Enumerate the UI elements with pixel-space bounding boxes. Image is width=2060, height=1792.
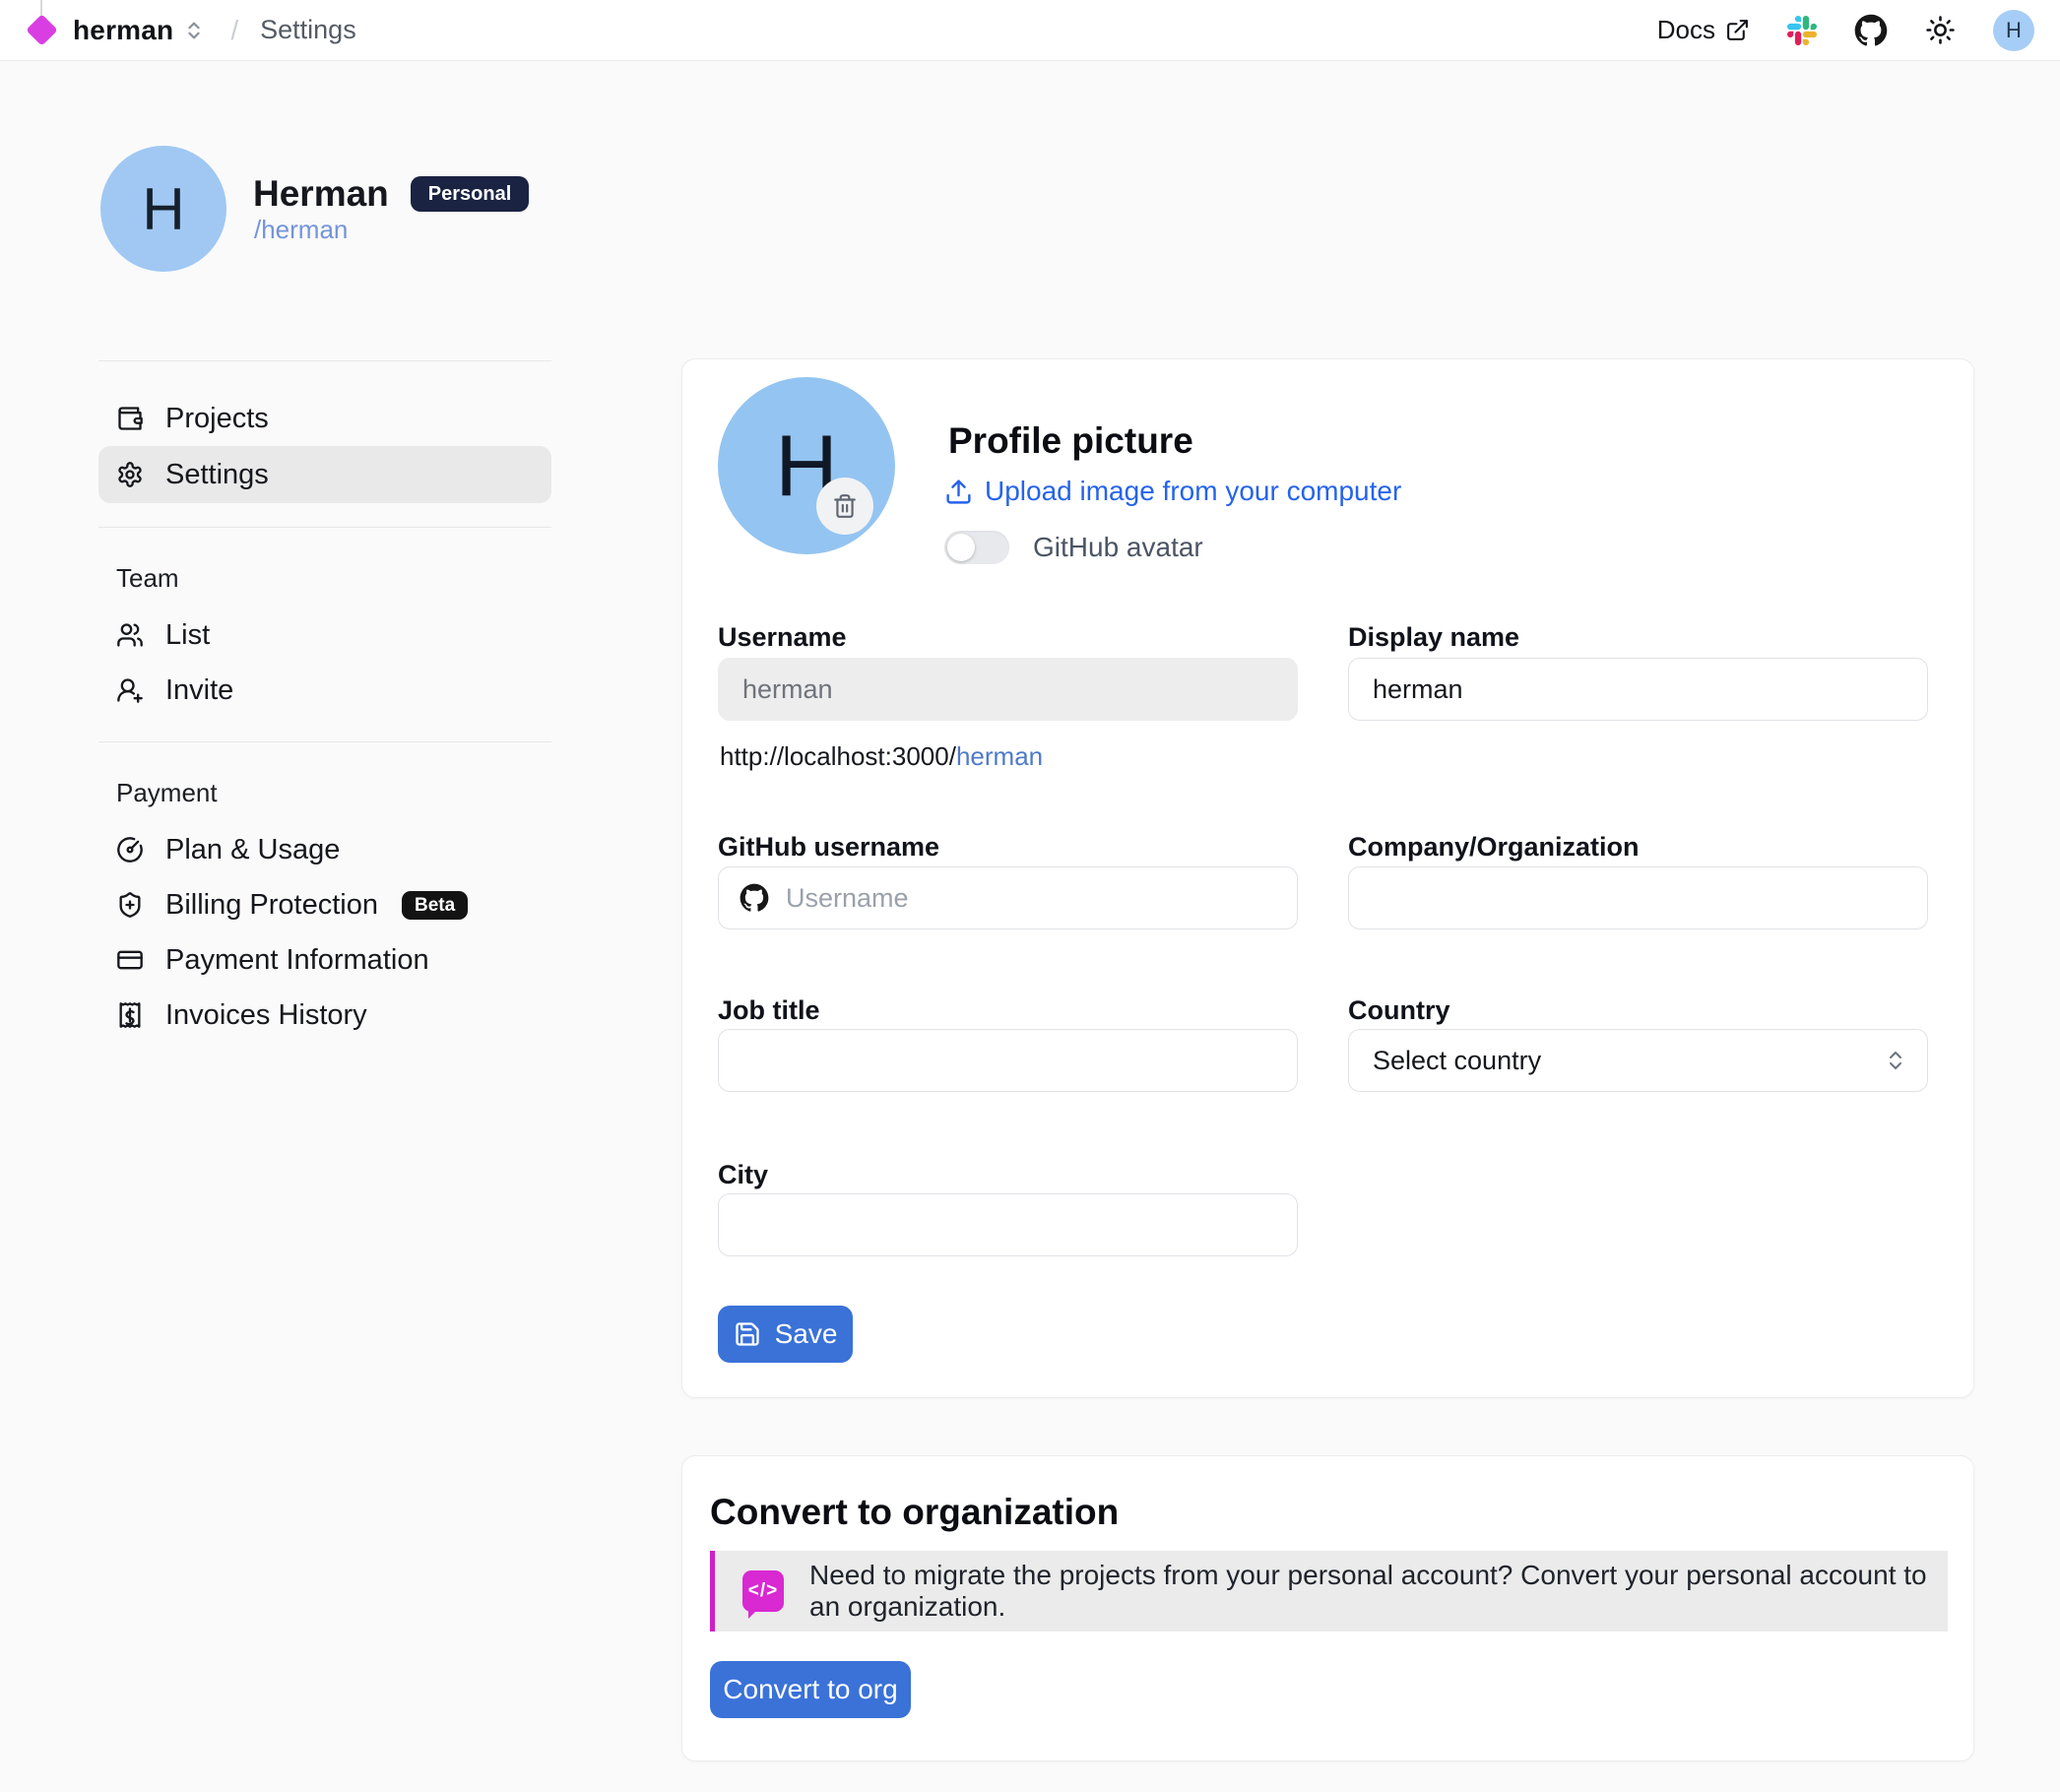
diamond-logo-icon <box>26 14 58 46</box>
github-button[interactable] <box>1854 14 1888 47</box>
sidebar-divider <box>98 741 551 742</box>
sidebar-item-list[interactable]: List <box>98 608 551 663</box>
github-username-input[interactable] <box>718 866 1298 929</box>
sidebar: Projects Settings Team List Invite Payme… <box>98 360 551 1043</box>
chevrons-up-down-icon <box>183 20 205 41</box>
github-icon <box>1854 14 1888 47</box>
profile-picture-title: Profile picture <box>948 420 1193 462</box>
receipt-dollar-icon <box>116 1001 144 1029</box>
docs-link[interactable]: Docs <box>1657 15 1750 45</box>
upload-image-label: Upload image from your computer <box>985 476 1401 507</box>
job-title-input[interactable] <box>718 1029 1298 1092</box>
slack-button[interactable] <box>1787 16 1817 45</box>
sidebar-item-settings[interactable]: Settings <box>98 446 551 503</box>
profile-settings-card: H Profile picture Upload image from your… <box>681 358 1974 1398</box>
save-button[interactable]: Save <box>718 1306 853 1363</box>
delete-avatar-button[interactable] <box>816 478 873 535</box>
username-label: Username <box>718 622 847 653</box>
workspace-name[interactable]: herman <box>73 15 173 46</box>
sun-icon <box>1925 15 1956 45</box>
sidebar-divider <box>98 360 551 361</box>
user-avatar[interactable]: H <box>1993 10 2034 51</box>
brand-logo <box>28 16 57 45</box>
slack-icon <box>1787 16 1817 45</box>
country-label: Country <box>1348 995 1450 1026</box>
gauge-icon <box>116 836 144 864</box>
github-avatar-toggle[interactable] <box>944 531 1009 564</box>
sidebar-item-label: Payment Information <box>165 944 429 977</box>
shield-plus-icon <box>116 891 144 919</box>
save-icon <box>734 1320 761 1348</box>
profile-name: Herman <box>253 173 389 215</box>
page: herman / Settings Docs <box>0 0 2060 1792</box>
code-message-icon: </> <box>742 1570 784 1612</box>
sidebar-item-label: List <box>165 619 210 652</box>
users-icon <box>116 621 144 649</box>
profile-url: http://localhost:3000/herman <box>720 741 1043 772</box>
github-avatar-label: GitHub avatar <box>1033 532 1203 563</box>
convert-callout: </> Need to migrate the projects from yo… <box>710 1551 1948 1632</box>
breadcrumb-separator: / <box>230 15 238 46</box>
company-input[interactable] <box>1348 866 1928 929</box>
theme-toggle-button[interactable] <box>1925 15 1956 45</box>
country-select[interactable]: Select country <box>1348 1029 1928 1092</box>
job-title-label: Job title <box>718 995 820 1026</box>
sidebar-item-billing-protection[interactable]: Billing Protection Beta <box>98 877 551 932</box>
sidebar-item-invoices-history[interactable]: Invoices History <box>98 988 551 1043</box>
save-label: Save <box>775 1318 838 1350</box>
github-username-field <box>718 866 1298 929</box>
sidebar-item-label: Invoices History <box>165 999 367 1032</box>
convert-message: Need to migrate the projects from your p… <box>809 1560 1948 1623</box>
github-icon <box>740 883 769 913</box>
sidebar-item-label: Settings <box>165 459 269 491</box>
gear-icon <box>116 461 144 488</box>
workspace-switcher[interactable] <box>183 20 205 41</box>
upload-image-link[interactable]: Upload image from your computer <box>944 476 1401 507</box>
user-plus-icon <box>116 676 144 704</box>
convert-to-organization-card: Convert to organization </> Need to migr… <box>681 1455 1974 1761</box>
sidebar-item-label: Billing Protection <box>165 889 378 922</box>
city-label: City <box>718 1160 768 1190</box>
sidebar-item-label: Plan & Usage <box>165 834 340 866</box>
city-input[interactable] <box>718 1193 1298 1256</box>
sidebar-item-projects[interactable]: Projects <box>98 391 551 446</box>
sidebar-heading-payment: Payment <box>98 778 551 808</box>
convert-title: Convert to organization <box>710 1492 1119 1533</box>
sidebar-item-invite[interactable]: Invite <box>98 663 551 718</box>
display-name-label: Display name <box>1348 622 1519 653</box>
sidebar-item-label: Projects <box>165 403 269 435</box>
account-type-badge: Personal <box>411 176 529 212</box>
credit-card-icon <box>116 946 144 974</box>
company-label: Company/Organization <box>1348 832 1640 863</box>
wallet-icon <box>116 405 144 432</box>
profile-avatar: H <box>100 146 226 272</box>
external-link-icon <box>1725 18 1750 42</box>
topbar: herman / Settings Docs <box>0 0 2060 61</box>
convert-to-org-button[interactable]: Convert to org <box>710 1661 911 1718</box>
username-input[interactable] <box>718 658 1298 721</box>
display-name-input[interactable] <box>1348 658 1928 721</box>
toggle-knob <box>947 534 975 561</box>
docs-label: Docs <box>1657 15 1715 45</box>
profile-handle-link[interactable]: /herman <box>254 215 348 245</box>
upload-icon <box>944 478 973 506</box>
profile-url-prefix: http://localhost:3000/ <box>720 741 956 771</box>
convert-button-label: Convert to org <box>723 1674 897 1705</box>
sidebar-heading-team: Team <box>98 563 551 594</box>
sidebar-item-plan-usage[interactable]: Plan & Usage <box>98 822 551 877</box>
chevrons-up-down-icon <box>1884 1049 1907 1072</box>
country-select-value: Select country <box>1373 1046 1541 1076</box>
sidebar-divider <box>98 527 551 528</box>
breadcrumb-page: Settings <box>260 15 356 45</box>
sidebar-item-label: Invite <box>165 674 233 707</box>
profile-picture-avatar: H <box>718 377 895 554</box>
trash-icon <box>832 493 858 519</box>
beta-badge: Beta <box>402 891 468 920</box>
profile-url-username-link[interactable]: herman <box>956 741 1043 771</box>
github-username-label: GitHub username <box>718 832 939 863</box>
sidebar-item-payment-information[interactable]: Payment Information <box>98 932 551 988</box>
